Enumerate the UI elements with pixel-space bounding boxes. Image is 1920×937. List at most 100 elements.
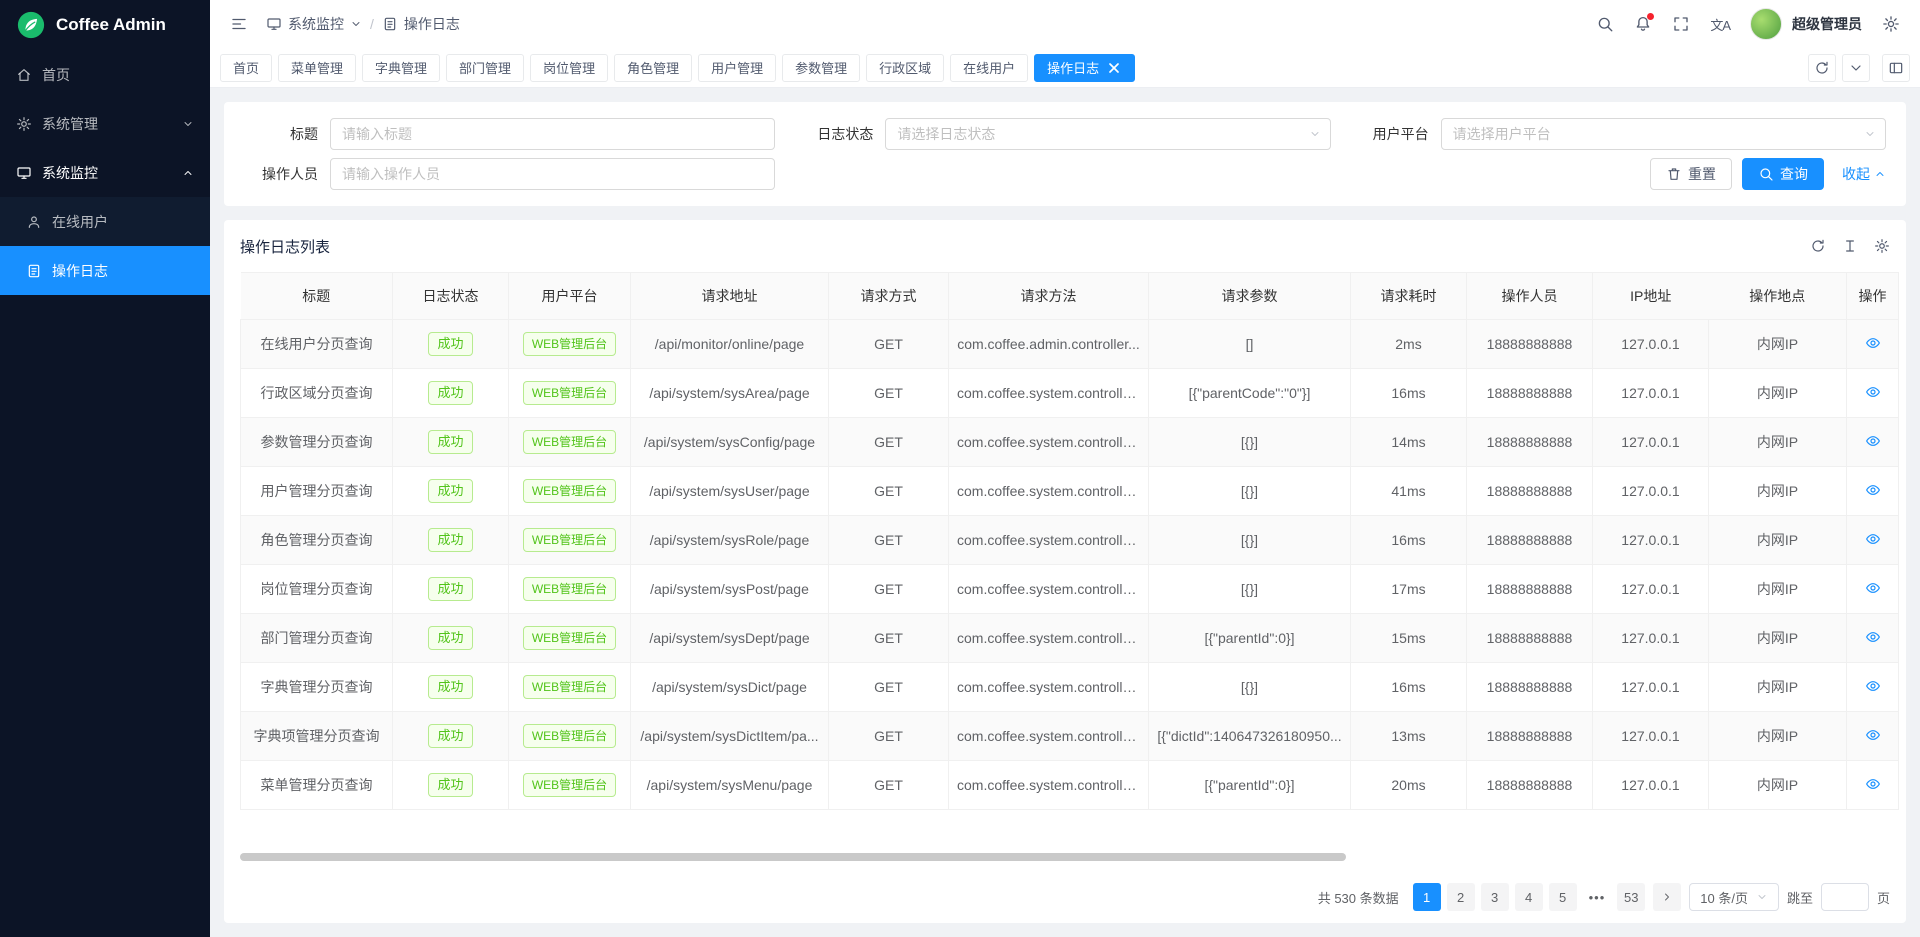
next-page-button[interactable]: [1653, 883, 1681, 911]
column-settings-gear-icon[interactable]: [1874, 238, 1890, 254]
search-button[interactable]: 查询: [1742, 158, 1824, 190]
horizontal-scrollbar[interactable]: [240, 853, 1346, 861]
view-detail-eye-icon[interactable]: [1865, 580, 1881, 596]
cell-request-method: GET: [829, 516, 949, 565]
column-header: 操作人员: [1467, 273, 1593, 320]
chevron-up-icon: [1874, 168, 1886, 180]
avatar[interactable]: [1750, 8, 1782, 40]
page-button[interactable]: 1: [1413, 883, 1441, 911]
tab[interactable]: 在线用户: [950, 54, 1028, 82]
cell-ip: 127.0.0.1: [1593, 761, 1709, 810]
operator-input[interactable]: [330, 158, 775, 190]
tabs-refresh-button[interactable]: [1808, 54, 1836, 82]
fullscreen-icon[interactable]: [1672, 15, 1690, 33]
refresh-icon: [1814, 60, 1830, 76]
tab[interactable]: 部门管理: [446, 54, 524, 82]
cell-request-url: /api/system/sysUser/page: [631, 467, 829, 516]
view-detail-eye-icon[interactable]: [1865, 433, 1881, 449]
sidebar-item-label: 首页: [42, 65, 70, 85]
search-filter-panel: 标题 日志状态 用户平台: [224, 102, 1906, 206]
cell-request-url: /api/system/sysDictItem/pa...: [631, 712, 829, 761]
sidebar-item-online-users[interactable]: 在线用户: [0, 197, 210, 246]
table-row: 参数管理分页查询 成功 WEB管理后台 /api/system/sysConfi…: [241, 418, 1899, 467]
tab-label: 角色管理: [627, 58, 679, 77]
cell-status: 成功: [393, 320, 509, 369]
density-icon[interactable]: [1842, 238, 1858, 254]
user-platform-label: 用户平台: [1355, 124, 1441, 144]
search-icon[interactable]: [1596, 15, 1614, 33]
sidebar-item-system-management[interactable]: 系统管理: [0, 99, 210, 148]
cell-platform: WEB管理后台: [509, 418, 631, 467]
sidebar-item-system-monitor[interactable]: 系统监控: [0, 148, 210, 197]
platform-badge: WEB管理后台: [523, 381, 616, 405]
view-detail-eye-icon[interactable]: [1865, 629, 1881, 645]
pagination-pages: 12345•••53: [1413, 883, 1646, 911]
platform-badge: WEB管理后台: [523, 577, 616, 601]
cell-location: 内网IP: [1709, 614, 1847, 663]
page-button[interactable]: 5: [1549, 883, 1577, 911]
cell-request-method: GET: [829, 565, 949, 614]
status-badge: 成功: [428, 724, 472, 748]
page-size-select[interactable]: 10 条/页: [1689, 883, 1779, 911]
tab[interactable]: 字典管理: [362, 54, 440, 82]
view-detail-eye-icon[interactable]: [1865, 482, 1881, 498]
pagination: 共 530 条数据 12345•••53 10 条/页 跳至 页: [240, 871, 1890, 923]
log-status-select[interactable]: [885, 118, 1330, 150]
page-button[interactable]: 53: [1617, 883, 1645, 911]
sidebar-item-operation-log[interactable]: 操作日志: [0, 246, 210, 295]
menu-fold-icon[interactable]: [230, 15, 248, 33]
view-detail-eye-icon[interactable]: [1865, 776, 1881, 792]
field-title: 标题: [244, 118, 775, 150]
breadcrumb-item-monitor[interactable]: 系统监控: [266, 14, 362, 34]
close-icon[interactable]: [1106, 60, 1122, 76]
user-platform-select[interactable]: [1441, 118, 1886, 150]
view-detail-eye-icon[interactable]: [1865, 531, 1881, 547]
cell-location: 内网IP: [1709, 369, 1847, 418]
cell-request-url: /api/system/sysRole/page: [631, 516, 829, 565]
tab[interactable]: 行政区域: [866, 54, 944, 82]
cell-duration: 2ms: [1351, 320, 1467, 369]
notification-button[interactable]: [1634, 15, 1652, 33]
cell-status: 成功: [393, 712, 509, 761]
page-button[interactable]: 4: [1515, 883, 1543, 911]
operation-log-card: 操作日志列表: [224, 220, 1906, 923]
tab[interactable]: 菜单管理: [278, 54, 356, 82]
refresh-icon[interactable]: [1810, 238, 1826, 254]
logo[interactable]: Coffee Admin: [0, 0, 210, 50]
sidebar-item-home[interactable]: 首页: [0, 50, 210, 99]
cell-operator: 18888888888: [1467, 320, 1593, 369]
view-detail-eye-icon[interactable]: [1865, 384, 1881, 400]
cell-ip: 127.0.0.1: [1593, 565, 1709, 614]
jump-page-input[interactable]: [1821, 883, 1869, 911]
chevron-down-icon: [1864, 128, 1876, 140]
tab[interactable]: 用户管理: [698, 54, 776, 82]
page-button[interactable]: •••: [1583, 883, 1612, 911]
chevron-down-icon: [1848, 60, 1864, 76]
cell-title: 字典项管理分页查询: [241, 712, 393, 761]
translate-icon[interactable]: 文A: [1710, 15, 1730, 34]
logo-leaf-icon: [16, 10, 46, 40]
chevron-down-icon: [1309, 128, 1321, 140]
title-input[interactable]: [330, 118, 775, 150]
cell-duration: 17ms: [1351, 565, 1467, 614]
view-detail-eye-icon[interactable]: [1865, 335, 1881, 351]
page-button[interactable]: 2: [1447, 883, 1475, 911]
collapse-filter-link[interactable]: 收起: [1842, 164, 1886, 184]
breadcrumb-item-operation-log[interactable]: 操作日志: [382, 14, 460, 34]
page-button[interactable]: 3: [1481, 883, 1509, 911]
breadcrumb-label: 操作日志: [404, 14, 460, 34]
tab[interactable]: 参数管理: [782, 54, 860, 82]
cell-platform: WEB管理后台: [509, 516, 631, 565]
view-detail-eye-icon[interactable]: [1865, 727, 1881, 743]
layout-button[interactable]: [1882, 54, 1910, 82]
tab[interactable]: 岗位管理: [530, 54, 608, 82]
reset-button[interactable]: 重置: [1650, 158, 1732, 190]
settings-gear-icon[interactable]: [1882, 15, 1900, 33]
tab[interactable]: 角色管理: [614, 54, 692, 82]
tabs-menu-button[interactable]: [1842, 54, 1870, 82]
sidebar: Coffee Admin 首页 系统管理 系统监控 在线用户: [0, 0, 210, 937]
user-name[interactable]: 超级管理员: [1792, 14, 1862, 34]
tab[interactable]: 操作日志: [1034, 54, 1135, 82]
view-detail-eye-icon[interactable]: [1865, 678, 1881, 694]
tab[interactable]: 首页: [220, 54, 272, 82]
